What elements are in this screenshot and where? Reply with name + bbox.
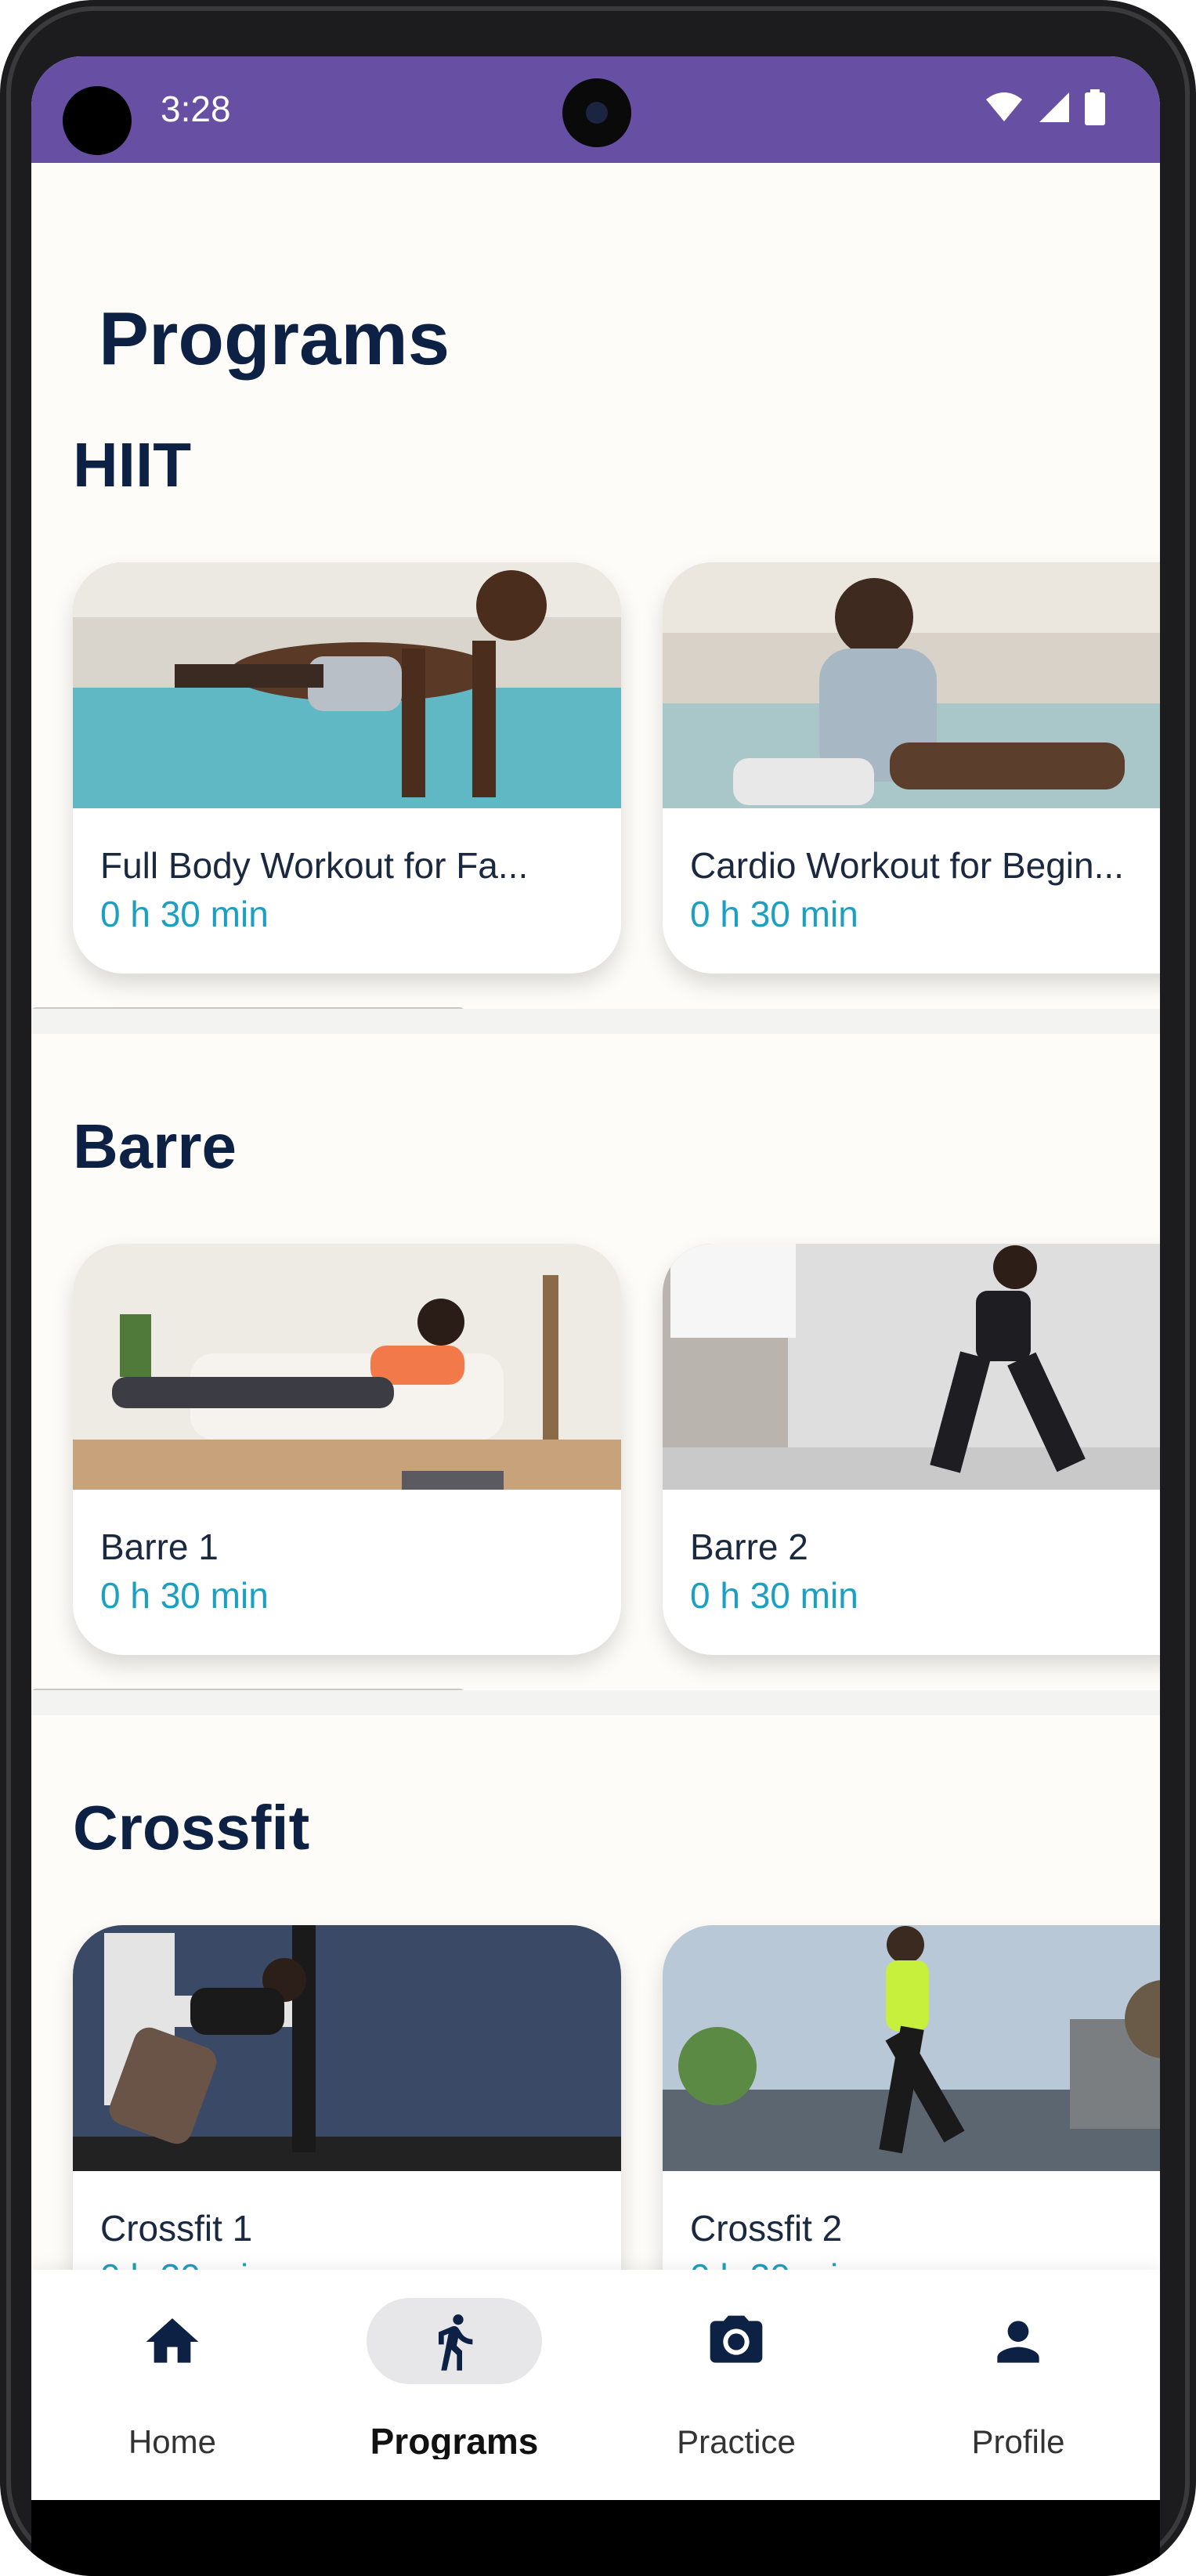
home-icon: [146, 2318, 199, 2363]
program-thumbnail: [663, 562, 1160, 808]
nav-label: Practice: [677, 2423, 796, 2460]
program-thumbnail: [663, 1925, 1160, 2171]
program-duration: 0 h 30 min: [690, 894, 858, 934]
app-screen: 3:28 Programs HIIT Full Body Workout for…: [31, 56, 1160, 2500]
program-card[interactable]: Cardio Workout for Begin... 0 h 30 min: [663, 562, 1160, 974]
program-thumbnail: [73, 1925, 621, 2171]
program-card[interactable]: Barre 2 0 h 30 min: [663, 1244, 1160, 1655]
program-duration: 0 h 30 min: [100, 1575, 269, 1616]
program-card[interactable]: Barre 1 0 h 30 min: [73, 1244, 621, 1655]
program-duration: 0 h 30 min: [100, 894, 269, 934]
program-title: Crossfit 2: [690, 2208, 843, 2249]
section-divider: [31, 1009, 1160, 1034]
status-bar: 3:28: [31, 56, 1160, 163]
wifi-icon: [986, 92, 1022, 121]
walking-person-icon: [439, 2314, 473, 2371]
phone-frame: 3:28 Programs HIIT Full Body Workout for…: [0, 0, 1196, 2576]
status-icons: [985, 89, 1105, 125]
nav-item-profile[interactable]: Profile: [877, 2270, 1159, 2500]
program-thumbnail: [73, 1244, 621, 1490]
program-card[interactable]: Full Body Workout for Fa... 0 h 30 min: [73, 562, 621, 974]
program-title: Cardio Workout for Begin...: [690, 845, 1124, 886]
program-thumbnail: [663, 1244, 1160, 1490]
section-title: Barre: [73, 1111, 237, 1181]
nav-item-home[interactable]: Home: [31, 2270, 313, 2500]
section-title: Crossfit: [73, 1793, 310, 1862]
status-time: 3:28: [161, 89, 231, 129]
section-title: HIIT: [73, 430, 192, 500]
page-title: Programs: [99, 297, 450, 381]
programs-list[interactable]: Programs HIIT Full Body Workout for Fa..…: [31, 163, 1160, 2270]
program-duration: 0 h 30 min: [690, 2256, 858, 2270]
program-thumbnail: [73, 562, 621, 808]
program-title: Full Body Workout for Fa...: [100, 845, 529, 886]
camera-icon: [710, 2315, 763, 2363]
section-divider: [31, 1690, 1160, 1715]
program-duration: 0 h 30 min: [100, 2256, 269, 2270]
front-camera: [562, 78, 631, 147]
status-indicator-dot: [63, 86, 132, 155]
program-title: Barre 2: [690, 1526, 808, 1567]
person-icon: [997, 2321, 1039, 2363]
home-gesture-bar[interactable]: [417, 2459, 710, 2470]
nav-label: Home: [128, 2423, 217, 2460]
system-gesture-area: [31, 2500, 1160, 2576]
nav-label: Programs: [370, 2421, 539, 2462]
cellular-signal-icon: [1039, 92, 1069, 122]
program-card[interactable]: Crossfit 2 0 h 30 min: [663, 1925, 1160, 2270]
nav-label: Profile: [971, 2423, 1065, 2460]
battery-icon: [1085, 89, 1105, 125]
program-title: Barre 1: [100, 1526, 219, 1567]
program-duration: 0 h 30 min: [690, 1575, 858, 1616]
program-title: Crossfit 1: [100, 2208, 253, 2249]
section-crossfit: Crossfit Crossfit 1 0 h 30 min: [31, 1792, 1160, 2270]
program-card[interactable]: Crossfit 1 0 h 30 min: [73, 1925, 621, 2270]
